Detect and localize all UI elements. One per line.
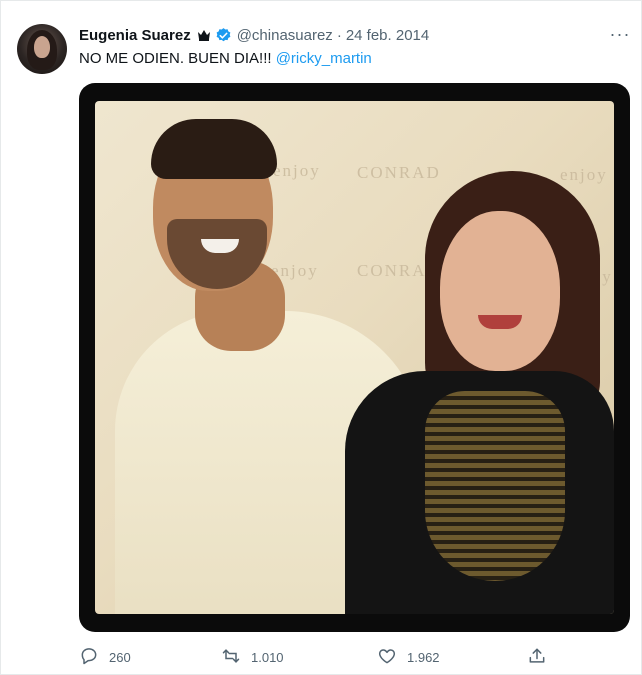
more-options-icon[interactable]: ··· (607, 21, 633, 47)
tweet-card[interactable]: Eugenia Suarez @chinasuarez · 24 feb. 20… (0, 0, 642, 675)
tweet-photo[interactable]: enjoy CONRAD enjoy enjoy CONRAD enjoy (79, 83, 630, 632)
share-button[interactable] (527, 646, 567, 669)
avatar-face (34, 36, 50, 58)
crown-icon (197, 29, 211, 41)
tweet-body: NO ME ODIEN. BUEN DIA!!! (79, 50, 272, 67)
photo-bg-text: enjoy (273, 161, 321, 180)
reply-icon (79, 646, 99, 669)
like-count: 1.962 (407, 649, 440, 665)
man-hair (151, 119, 277, 179)
retweet-icon (221, 646, 241, 669)
verified-badge-icon (215, 27, 232, 44)
reply-button[interactable]: 260 (79, 646, 221, 669)
mention-link[interactable]: @ricky_martin (276, 50, 372, 67)
tweet-header: Eugenia Suarez @chinasuarez · 24 feb. 20… (79, 25, 621, 45)
author-handle[interactable]: @chinasuarez (237, 27, 333, 44)
separator-dot: · (336, 26, 342, 44)
avatar[interactable] (17, 24, 67, 74)
tweet-date[interactable]: 24 feb. 2014 (346, 27, 429, 44)
tweet-text: NO ME ODIEN. BUEN DIA!!! @ricky_martin (79, 49, 621, 69)
retweet-button[interactable]: 1.010 (221, 646, 377, 669)
heart-icon (377, 646, 397, 669)
like-button[interactable]: 1.962 (377, 646, 527, 669)
tweet-actions: 260 1.010 1.962 (79, 644, 571, 670)
photo-content: enjoy CONRAD enjoy enjoy CONRAD enjoy (95, 101, 614, 614)
photo-bg-text: CONRAD (357, 163, 441, 182)
author-name[interactable]: Eugenia Suarez (79, 27, 191, 44)
retweet-count: 1.010 (251, 649, 284, 665)
reply-count: 260 (109, 649, 131, 665)
woman-necklace (425, 391, 565, 581)
share-icon (527, 646, 547, 669)
photo-bg-text: enjoy (560, 165, 608, 184)
woman-face (440, 211, 560, 371)
